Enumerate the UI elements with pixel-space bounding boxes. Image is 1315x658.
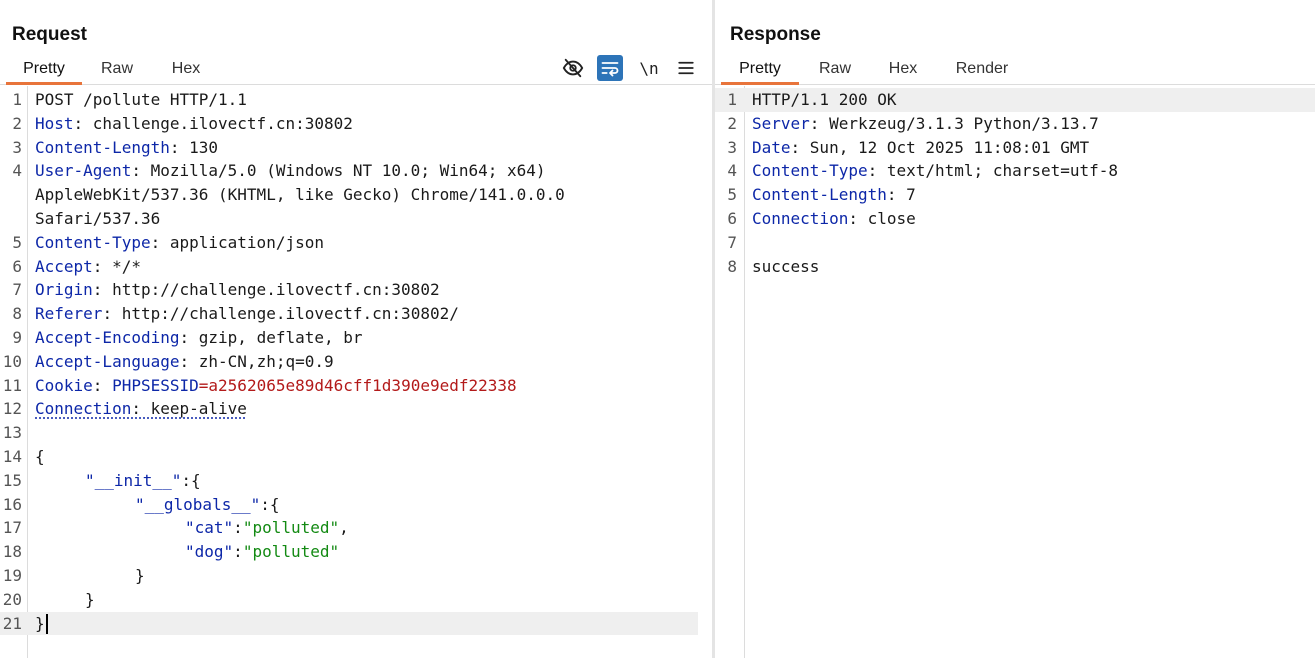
newline-toggle-button[interactable]: \n: [636, 55, 662, 81]
json-key: "cat": [185, 518, 234, 538]
response-line: 3 Date: Sun, 12 Oct 2025 11:08:01 GMT: [727, 137, 1090, 157]
response-line: 6 Connection: close: [727, 208, 916, 228]
request-line: 11 Cookie: PHPSESSID=a2562065e89d46cff1d3…: [2, 375, 517, 395]
json-string: "polluted": [242, 542, 340, 562]
response-title: Response: [730, 24, 821, 45]
response-line: 5 Content-Length: 7: [727, 185, 916, 205]
request-line: 2 Host: challenge.ilovectf.cn:30802: [12, 113, 353, 133]
request-line: 7 Origin: http://challenge.ilovectf.cn:30…: [12, 280, 440, 300]
header-key: Content-Length: [35, 137, 170, 157]
response-body: success: [752, 256, 820, 276]
request-line: 20}: [2, 589, 95, 609]
response-editor[interactable]: 1 HTTP/1.1 200 OK 2 Server: Werkzeug/3.1.3…: [715, 86, 1315, 658]
header-key: Origin: [35, 280, 93, 300]
response-tab-render[interactable]: Render: [943, 53, 1021, 85]
json-string: "polluted": [242, 518, 340, 538]
cookie-value: a2562065e89d46cff1d390e9edf22338: [208, 375, 517, 395]
response-tab-pretty[interactable]: Pretty: [721, 53, 799, 85]
request-line: 10 Accept-Language: zh-CN,zh;q=0.9: [2, 351, 334, 371]
request-line: 4 User-Agent: Mozilla/5.0 (Windows NT 10.…: [12, 161, 546, 181]
header-key: Server: [752, 113, 810, 133]
request-line: 18 "dog":"polluted": [2, 542, 340, 562]
text-caret: [45, 614, 48, 635]
request-line: 13: [2, 423, 22, 443]
response-line: 7: [727, 232, 737, 252]
request-tab-hex[interactable]: Hex: [156, 53, 216, 85]
cookie-name: PHPSESSID: [112, 375, 199, 395]
eye-off-icon[interactable]: [560, 55, 586, 81]
request-line: 15 "__init__":{: [2, 470, 201, 490]
header-key: Accept-Encoding: [35, 327, 180, 347]
request-line: 19}: [2, 565, 145, 585]
header-key: Date: [752, 137, 791, 157]
header-key: Accept-Language: [35, 351, 180, 371]
header-key: Referer: [35, 304, 103, 324]
header-key: User-Agent: [35, 161, 132, 181]
json-key: "__init__": [85, 470, 182, 490]
json-key: "dog": [185, 542, 234, 562]
response-tab-hex[interactable]: Hex: [875, 53, 931, 85]
header-key: Content-Type: [35, 232, 151, 252]
request-panel: Request Pretty Raw Hex \n 1 POST /pollute: [0, 0, 712, 658]
header-key: Content-Length: [752, 185, 887, 205]
request-line: 3 Content-Length: 130: [12, 137, 219, 157]
request-editor[interactable]: 1 POST /pollute HTTP/1.1 2 Host: challenge…: [0, 86, 712, 658]
response-panel: Response Pretty Raw Hex Render 1 HTTP/1.1…: [715, 0, 1315, 658]
request-line: 8 Referer: http://challenge.ilovectf.cn:3…: [12, 304, 459, 324]
json-key: "__globals__": [135, 494, 261, 514]
request-tab-pretty[interactable]: Pretty: [6, 53, 82, 85]
response-tab-raw[interactable]: Raw: [807, 53, 863, 85]
response-tabs: Pretty Raw Hex Render: [715, 53, 1315, 85]
header-key: Connection: [35, 399, 132, 419]
request-line: 16 "__globals__":{: [2, 494, 280, 514]
request-line-current: 21}: [0, 611, 698, 636]
request-line: 14{: [2, 446, 45, 466]
header-key: Host: [35, 113, 74, 133]
response-line: 8 success: [715, 255, 1315, 279]
word-wrap-icon[interactable]: [597, 55, 623, 81]
header-key: Accept: [35, 256, 93, 276]
request-line: 17 "cat":"polluted",: [2, 518, 349, 538]
request-line: 9 Accept-Encoding: gzip, deflate, br: [12, 327, 363, 347]
hamburger-menu-icon[interactable]: [673, 55, 699, 81]
request-line: 12 Connection: keep-alive: [2, 399, 247, 419]
request-line: 6 Accept: */*: [12, 256, 141, 276]
header-key: Connection: [752, 208, 849, 228]
request-line: 5 Content-Type: application/json: [12, 232, 324, 252]
header-key: Content-Type: [752, 161, 868, 181]
request-line: AppleWebKit/537.36 (KHTML, like Gecko) C…: [35, 185, 565, 205]
request-line: Safari/537.36: [35, 208, 161, 228]
response-line: 2 Server: Werkzeug/3.1.3 Python/3.13.7: [727, 113, 1099, 133]
request-title: Request: [12, 24, 87, 45]
request-tab-raw[interactable]: Raw: [88, 53, 146, 85]
response-line: 4 Content-Type: text/html; charset=utf-8: [727, 161, 1119, 181]
header-key: Cookie: [35, 375, 93, 395]
response-line-current: 1 HTTP/1.1 200 OK: [715, 88, 1315, 112]
request-line: 1 POST /pollute HTTP/1.1: [12, 90, 247, 109]
